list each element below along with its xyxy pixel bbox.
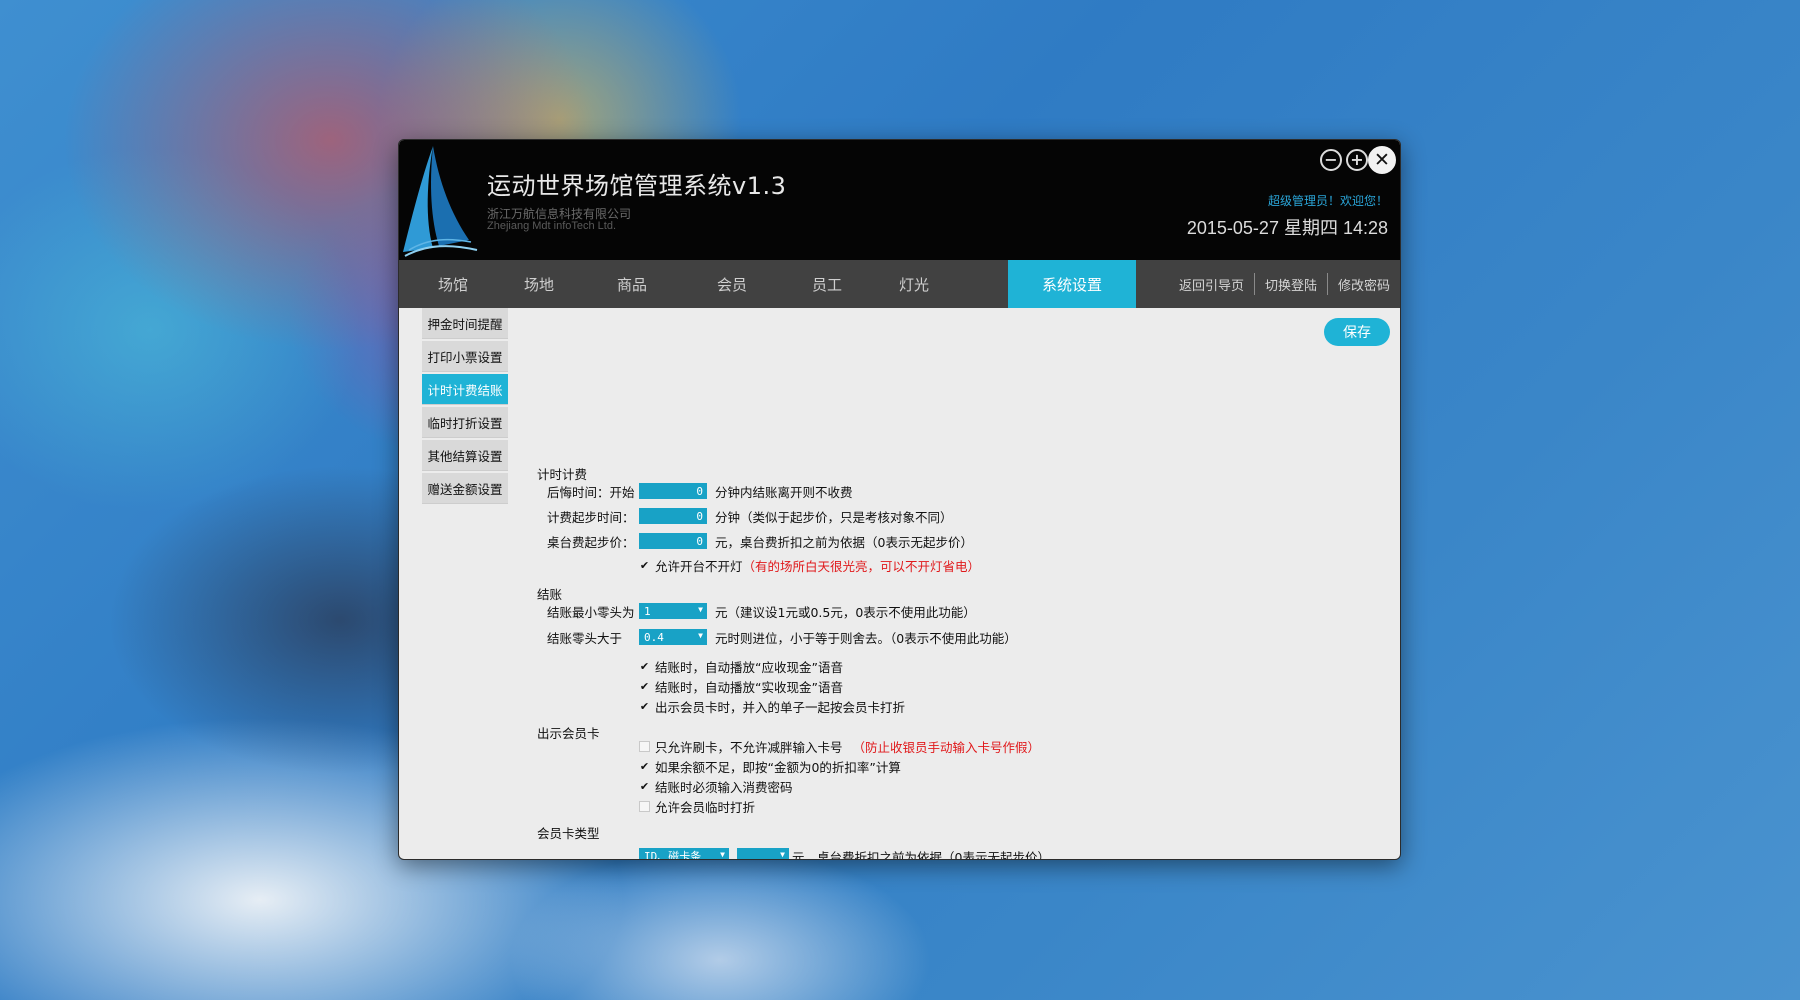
grace-time-hint: 分钟内结账离开则不收费 <box>715 485 853 500</box>
start-time-input[interactable] <box>639 508 707 524</box>
sail-logo-icon <box>403 146 478 257</box>
section-title-checkout: 结账 <box>537 587 563 602</box>
min-change-label: 结账最小零头为 <box>547 605 635 620</box>
allow-no-light-note: （有的场所白天很光亮，可以不开灯省电） <box>742 559 981 574</box>
merge-discount-label: 出示会员卡时，并入的单子一起按会员卡打折 <box>655 700 906 715</box>
minimize-icon[interactable]: − <box>1320 149 1342 171</box>
min-change-value: 1 <box>644 604 651 618</box>
checkout-option: ✔ 出示会员卡时，并入的单子一起按会员卡打折 <box>639 697 905 716</box>
welcome-text: 超级管理员！欢迎您！ <box>1267 194 1388 208</box>
start-time-label: 计费起步时间： <box>547 510 635 525</box>
main-nav: 场馆 场地 商品 会员 员工 灯光 系统设置 返回引导页 切换登陆 修改密码 <box>399 260 1400 308</box>
change-password-link[interactable]: 修改密码 <box>1326 273 1400 295</box>
require-password-checkbox[interactable]: ✔ <box>639 781 650 792</box>
chevron-down-icon: ▼ <box>698 605 703 614</box>
tab-lighting[interactable]: 灯光 <box>884 260 944 308</box>
card-type-value: ID、磁卡条 <box>644 850 702 860</box>
chevron-down-icon: ▼ <box>780 850 785 859</box>
min-change-hint: 元（建议设1元或0.5元，0表示不使用此功能） <box>715 605 976 620</box>
merge-discount-checkbox[interactable]: ✔ <box>639 701 650 712</box>
title-bar: 运动世界场馆管理系统v1.3 浙江万航信息科技有限公司 Zhejiang Mdt… <box>399 140 1400 260</box>
start-time-hint: 分钟（类似于起步价，只是考核对象不同） <box>715 510 953 525</box>
tab-venue[interactable]: 场馆 <box>423 260 483 308</box>
section-title-member-card: 出示会员卡 <box>537 726 600 741</box>
checkout-option: ✔ 结账时，自动播放“实收现金”语音 <box>639 677 843 696</box>
voice-received-checkbox[interactable]: ✔ <box>639 681 650 692</box>
tab-goods[interactable]: 商品 <box>602 260 662 308</box>
change-over-hint: 元时则进位，小于等于则舍去。（0表示不使用此功能） <box>715 631 1017 646</box>
allow-no-light-option: ✔ 允许开台不开灯 （有的场所白天很光亮，可以不开灯省电） <box>639 556 980 575</box>
allow-no-light-label: 允许开台不开灯 <box>655 559 743 574</box>
grace-time-label: 后悔时间：开始 <box>547 485 635 500</box>
table-fee-label: 桌台费起步价： <box>547 535 635 550</box>
voice-receivable-label: 结账时，自动播放“应收现金”语音 <box>655 660 843 675</box>
maximize-icon[interactable]: + <box>1346 149 1368 171</box>
chevron-down-icon: ▼ <box>698 631 703 640</box>
card-type-hint: 元，桌台费折扣之前为依据（0表示无起步价） <box>792 850 1050 860</box>
min-change-select[interactable]: 1 ▼ <box>639 603 707 619</box>
nav-links: 返回引导页 切换登陆 修改密码 <box>1169 260 1400 308</box>
switch-login-link[interactable]: 切换登陆 <box>1253 273 1327 295</box>
sidebar-item-receipt-print[interactable]: 打印小票设置 <box>422 341 508 372</box>
member-card-option: ✔ 结账时必须输入消费密码 <box>639 777 793 796</box>
swipe-only-label: 只允许刷卡，不允许减胖输入卡号 <box>655 740 843 755</box>
tab-system-settings[interactable]: 系统设置 <box>1008 260 1136 308</box>
tab-court[interactable]: 场地 <box>509 260 569 308</box>
tab-staff[interactable]: 员工 <box>797 260 857 308</box>
change-over-select[interactable]: 0.4 ▼ <box>639 629 707 645</box>
close-icon[interactable]: ✕ <box>1368 146 1396 174</box>
table-fee-hint: 元，桌台费折扣之前为依据（0表示无起步价） <box>715 535 973 550</box>
zero-balance-discount-checkbox[interactable]: ✔ <box>639 761 650 772</box>
tab-member[interactable]: 会员 <box>702 260 762 308</box>
card-type-secondary-select[interactable]: ▼ <box>737 848 789 859</box>
allow-no-light-checkbox[interactable]: ✔ <box>639 560 650 571</box>
sidebar-item-timing-checkout[interactable]: 计时计费结账 <box>422 374 508 405</box>
card-type-select[interactable]: ID、磁卡条 ▼ <box>639 848 729 860</box>
voice-receivable-checkbox[interactable]: ✔ <box>639 661 650 672</box>
sidebar-item-deposit-reminder[interactable]: 押金时间提醒 <box>422 308 508 339</box>
member-card-option: ✔ 如果余额不足，即按“金额为0的折扣率”计算 <box>639 757 901 776</box>
swipe-only-option: 只允许刷卡，不允许减胖输入卡号 （防止收银员手动输入卡号作假） <box>639 737 1040 756</box>
back-to-guide-link[interactable]: 返回引导页 <box>1169 273 1254 295</box>
temp-discount-checkbox[interactable] <box>639 801 650 812</box>
sidebar-item-other-settlement[interactable]: 其他结算设置 <box>422 440 508 471</box>
datetime-display: 2015-05-27 星期四 14:28 <box>1186 218 1388 238</box>
section-title-card-type: 会员卡类型 <box>537 826 600 841</box>
member-card-option: 允许会员临时打折 <box>639 797 755 816</box>
section-title-timing: 计时计费 <box>537 467 588 482</box>
settings-form: 计时计费 后悔时间：开始 分钟内结账离开则不收费 计费起步时间： 分钟（类似于起… <box>537 320 1377 859</box>
sidebar-item-gift-amount[interactable]: 赠送金额设置 <box>422 473 508 504</box>
zero-balance-discount-label: 如果余额不足，即按“金额为0的折扣率”计算 <box>655 760 901 775</box>
swipe-only-note: （防止收银员手动输入卡号作假） <box>852 740 1041 755</box>
chevron-down-icon: ▼ <box>720 850 725 859</box>
voice-received-label: 结账时，自动播放“实收现金”语音 <box>655 680 843 695</box>
company-name-en: Zhejiang Mdt infoTech Ltd. <box>487 220 617 232</box>
swipe-only-checkbox[interactable] <box>639 741 650 752</box>
settings-sidebar: 押金时间提醒 打印小票设置 计时计费结账 临时打折设置 其他结算设置 赠送金额设… <box>422 308 508 506</box>
change-over-value: 0.4 <box>644 630 664 644</box>
require-password-label: 结账时必须输入消费密码 <box>655 780 793 795</box>
app-title: 运动世界场馆管理系统v1.3 <box>487 172 787 200</box>
table-fee-input[interactable] <box>639 533 707 549</box>
temp-discount-label: 允许会员临时打折 <box>655 800 756 815</box>
sidebar-item-temp-discount[interactable]: 临时打折设置 <box>422 407 508 438</box>
app-window: 运动世界场馆管理系统v1.3 浙江万航信息科技有限公司 Zhejiang Mdt… <box>398 139 1401 860</box>
change-over-label: 结账零头大于 <box>547 631 623 646</box>
checkout-option: ✔ 结账时，自动播放“应收现金”语音 <box>639 657 843 676</box>
grace-time-input[interactable] <box>639 483 707 499</box>
